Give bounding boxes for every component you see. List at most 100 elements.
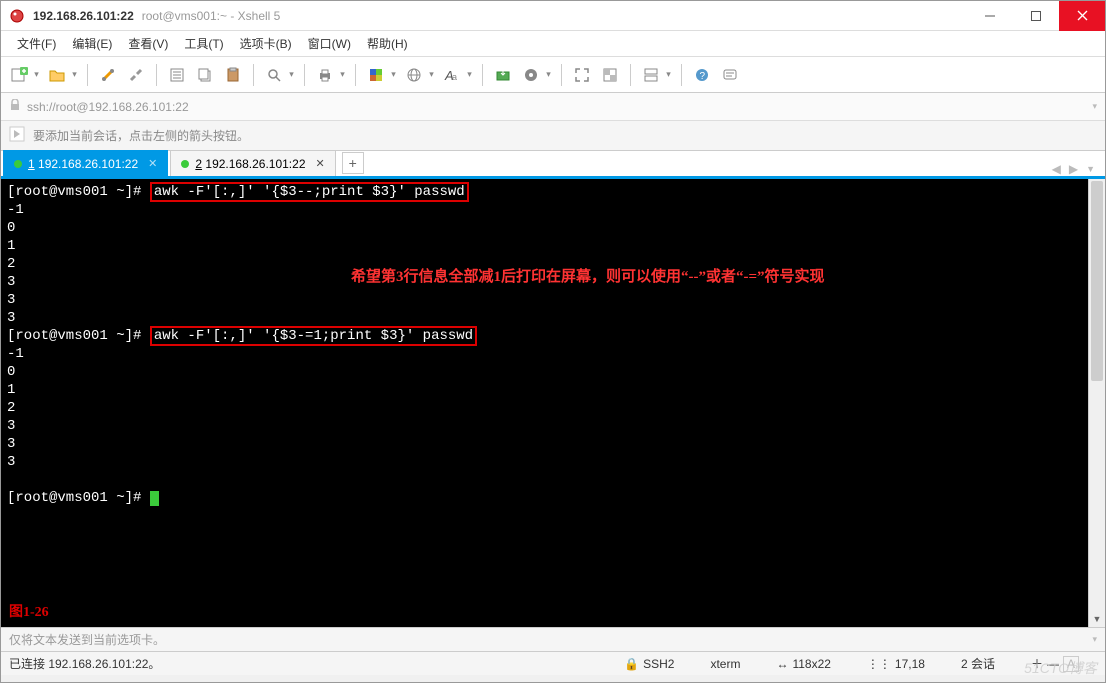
status-cursor: ⋮⋮17,18 xyxy=(867,655,925,672)
copy-icon[interactable] xyxy=(193,63,217,87)
scrollbar[interactable]: ▲ ▼ xyxy=(1088,179,1105,627)
cursor-pos-icon: ⋮⋮ xyxy=(867,657,891,671)
status-protocol: 🔒SSH2 xyxy=(624,655,674,672)
dropdown-arrow-icon[interactable]: ▾ xyxy=(287,69,296,80)
tabbar: 1 192.168.26.101:22 ✕ 2 192.168.26.101:2… xyxy=(1,151,1105,179)
tab-next-icon[interactable]: ▶ xyxy=(1069,162,1078,176)
minimize-button[interactable] xyxy=(967,1,1013,31)
separator xyxy=(561,64,562,86)
tab-close-icon[interactable]: ✕ xyxy=(148,157,157,170)
separator xyxy=(482,64,483,86)
terminal[interactable]: [root@vms001 ~]# awk -F'[:,]' '{$3--;pri… xyxy=(1,179,1105,627)
add-tab-button[interactable]: + xyxy=(342,152,364,174)
color-scheme-icon[interactable] xyxy=(364,63,388,87)
toolbar: ▾ ▾ ▾ ▾ ▾ ▾ Aa ▾ ▾ ▾ ? xyxy=(1,57,1105,93)
maximize-button[interactable] xyxy=(1013,1,1059,31)
plus-icon[interactable]: ＋ xyxy=(1031,655,1043,672)
menu-tools[interactable]: 工具(T) xyxy=(176,32,231,55)
sendbar-placeholder: 仅将文本发送到当前选项卡。 xyxy=(9,631,165,648)
titlebar: 192.168.26.101:22 root@vms001:~ - Xshell… xyxy=(1,1,1105,31)
properties-icon[interactable] xyxy=(165,63,189,87)
open-icon[interactable] xyxy=(45,63,69,87)
address-text: ssh://root@192.168.26.101:22 xyxy=(27,100,189,114)
status-connected: 已连接 192.168.26.101:22。 xyxy=(9,655,160,672)
add-session-arrow-icon[interactable] xyxy=(9,126,25,145)
status-size: ↔118x22 xyxy=(776,655,830,672)
tab-label: 192.168.26.101:22 xyxy=(38,157,138,171)
print-icon[interactable] xyxy=(313,63,337,87)
tab-number: 2 xyxy=(195,157,202,171)
status-dot-icon xyxy=(14,160,22,168)
tab-label: 192.168.26.101:22 xyxy=(205,157,305,171)
separator xyxy=(253,64,254,86)
separator xyxy=(87,64,88,86)
lock-icon: 🔒 xyxy=(624,657,639,671)
dropdown-arrow-icon[interactable]: ▾ xyxy=(1092,634,1097,645)
caps-indicator: A xyxy=(1063,656,1079,672)
tile-horizontal-icon[interactable] xyxy=(639,63,663,87)
dropdown-arrow-icon[interactable]: ▾ xyxy=(338,69,347,80)
reconnect-icon[interactable] xyxy=(96,63,120,87)
minus-icon[interactable]: — xyxy=(1047,657,1059,671)
transparency-icon[interactable] xyxy=(598,63,622,87)
font-icon[interactable]: Aa xyxy=(440,63,464,87)
dropdown-arrow-icon[interactable]: ▾ xyxy=(32,69,41,80)
figure-label: 图1-26 xyxy=(9,601,49,621)
window-controls xyxy=(967,1,1105,31)
disconnect-icon[interactable] xyxy=(124,63,148,87)
menu-help[interactable]: 帮助(H) xyxy=(359,32,416,55)
menu-file[interactable]: 文件(F) xyxy=(9,32,64,55)
scroll-down-icon[interactable]: ▼ xyxy=(1089,611,1105,627)
menu-view[interactable]: 查看(V) xyxy=(120,32,176,55)
tab-number: 1 xyxy=(28,157,35,171)
status-dot-icon xyxy=(181,160,189,168)
dropdown-arrow-icon[interactable]: ▾ xyxy=(544,69,553,80)
lock-icon xyxy=(9,99,21,114)
dropdown-arrow-icon[interactable]: ▾ xyxy=(664,69,673,80)
script-icon[interactable] xyxy=(519,63,543,87)
menu-edit[interactable]: 编辑(E) xyxy=(64,32,120,55)
xftp-icon[interactable] xyxy=(491,63,515,87)
infobar-text: 要添加当前会话，点击左侧的箭头按钮。 xyxy=(33,127,249,144)
window-title-main: 192.168.26.101:22 xyxy=(33,9,134,23)
compose-icon[interactable] xyxy=(718,63,742,87)
new-session-icon[interactable] xyxy=(7,63,31,87)
status-term: xterm xyxy=(710,655,740,672)
tab-prev-icon[interactable]: ◀ xyxy=(1052,162,1061,176)
highlighted-command-2: awk -F'[:,]' '{$3-=1;print $3}' passwd xyxy=(150,326,477,346)
separator xyxy=(681,64,682,86)
dropdown-arrow-icon[interactable]: ▾ xyxy=(389,69,398,80)
encoding-icon[interactable] xyxy=(402,63,426,87)
terminal-content: [root@vms001 ~]# awk -F'[:,]' '{$3--;pri… xyxy=(1,179,1105,511)
dropdown-arrow-icon[interactable]: ▾ xyxy=(427,69,436,80)
separator xyxy=(304,64,305,86)
menu-tabs[interactable]: 选项卡(B) xyxy=(232,32,300,55)
dropdown-arrow-icon[interactable]: ▾ xyxy=(1092,101,1097,112)
annotation-text: 希望第3行信息全部减1后打印在屏幕，则可以使用“--”或者“-=”符号实现 xyxy=(351,265,825,286)
separator xyxy=(630,64,631,86)
separator xyxy=(355,64,356,86)
paste-icon[interactable] xyxy=(221,63,245,87)
highlighted-command-1: awk -F'[:,]' '{$3--;print $3}' passwd xyxy=(150,182,469,202)
window-title-sub: root@vms001:~ - Xshell 5 xyxy=(142,9,281,23)
close-button[interactable] xyxy=(1059,1,1105,31)
menu-window[interactable]: 窗口(W) xyxy=(300,32,359,55)
session-tab-1[interactable]: 1 192.168.26.101:22 ✕ xyxy=(3,150,168,176)
help-icon[interactable]: ? xyxy=(690,63,714,87)
resize-icon: ↔ xyxy=(776,657,788,671)
svg-text:a: a xyxy=(452,72,457,82)
find-icon[interactable] xyxy=(262,63,286,87)
session-tab-2[interactable]: 2 192.168.26.101:22 ✕ xyxy=(170,150,335,176)
terminal-cursor xyxy=(150,491,159,506)
dropdown-arrow-icon[interactable]: ▾ xyxy=(465,69,474,80)
svg-text:?: ? xyxy=(700,71,706,82)
tab-list-icon[interactable]: ▼ xyxy=(1086,164,1095,174)
addressbar[interactable]: ssh://root@192.168.26.101:22 ▾ xyxy=(1,93,1105,121)
statusbar: 已连接 192.168.26.101:22。 🔒SSH2 xterm ↔118x… xyxy=(1,651,1105,675)
dropdown-arrow-icon[interactable]: ▾ xyxy=(70,69,79,80)
tab-nav-arrows: ◀ ▶ ▼ xyxy=(1052,162,1105,176)
sendbar[interactable]: 仅将文本发送到当前选项卡。 ▾ xyxy=(1,627,1105,651)
tab-close-icon[interactable]: ✕ xyxy=(316,157,325,170)
scrollbar-thumb[interactable] xyxy=(1091,181,1103,381)
fullscreen-icon[interactable] xyxy=(570,63,594,87)
